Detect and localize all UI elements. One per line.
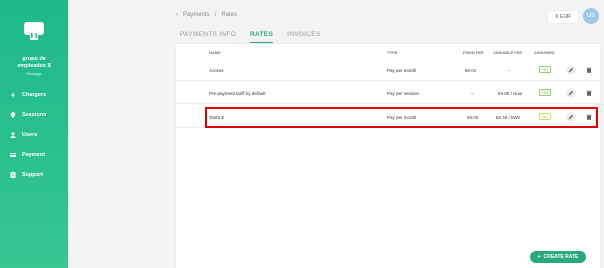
table-row[interactable]: Pre-payment tariff by default Pay per se… bbox=[176, 84, 600, 104]
breadcrumb-back-icon[interactable]: ‹ bbox=[176, 12, 178, 18]
org-name-line2: empleados $ bbox=[17, 63, 51, 69]
user-icon bbox=[10, 132, 16, 138]
sidebar-item-users[interactable]: Users bbox=[10, 130, 37, 140]
create-rate-label: CREATE RATE bbox=[543, 254, 579, 260]
assigned-badge: YES bbox=[539, 89, 551, 96]
sidebar-item-label: Support bbox=[22, 172, 44, 178]
highlight-box bbox=[205, 107, 598, 128]
column-header-type: TYPE bbox=[387, 50, 398, 55]
document-icon bbox=[10, 172, 16, 178]
pencil-icon bbox=[568, 67, 574, 73]
sidebar-item-label: Chargers bbox=[22, 92, 47, 98]
breadcrumb: ‹ Payments / Rates bbox=[176, 12, 237, 18]
org-name: grupo de empleados $ bbox=[0, 56, 68, 70]
delete-button[interactable] bbox=[584, 65, 594, 75]
tab-bar: PAYMENTS INFO RATES INVOICES bbox=[180, 31, 321, 43]
column-header-assigned: ASSIGNED bbox=[534, 50, 555, 55]
rate-fixed-fee: €0.01 bbox=[465, 68, 477, 73]
column-header-name: NAME bbox=[209, 50, 221, 55]
edit-button[interactable] bbox=[566, 65, 576, 75]
delete-button[interactable] bbox=[584, 88, 594, 98]
location-pin-icon bbox=[10, 112, 16, 118]
column-header-fixed-fee: FIXED FEE bbox=[463, 50, 484, 55]
tab-payments-info[interactable]: PAYMENTS INFO bbox=[180, 31, 236, 43]
currency-symbol: € bbox=[555, 14, 559, 20]
sidebar-item-sessions[interactable]: Sessions bbox=[10, 110, 46, 120]
tab-rates[interactable]: RATES bbox=[250, 31, 274, 43]
avatar[interactable]: US bbox=[583, 8, 599, 24]
rates-card: NAME TYPE FIXED FEE VARIABLE FEE ASSIGNE… bbox=[176, 44, 600, 268]
org-name-line1: grupo de bbox=[22, 56, 46, 62]
logo-icon bbox=[24, 22, 44, 40]
org-subtitle: Ohmyge bbox=[26, 71, 42, 76]
rate-name: Access bbox=[209, 68, 224, 73]
assigned-badge: YES bbox=[539, 66, 551, 73]
sidebar: grupo de empleados $ Ohmyge Chargers Ses… bbox=[0, 0, 68, 268]
sidebar-item-label: Users bbox=[22, 132, 38, 138]
rate-type: Pay per month bbox=[387, 68, 417, 73]
edit-button[interactable] bbox=[566, 88, 576, 98]
breadcrumb-current: Rates bbox=[221, 12, 238, 18]
breadcrumb-separator: / bbox=[214, 12, 217, 18]
sidebar-item-label: Sessions bbox=[22, 112, 47, 118]
breadcrumb-parent[interactable]: Payments bbox=[183, 12, 210, 18]
rate-fixed-fee: – bbox=[471, 91, 474, 96]
card-icon bbox=[10, 153, 16, 157]
rate-name: Pre-payment tariff by default bbox=[209, 91, 266, 96]
currency-selector[interactable]: € EUR bbox=[548, 11, 578, 23]
rate-variable-fee: – bbox=[508, 68, 511, 73]
rate-type: Pay per session bbox=[387, 91, 420, 96]
sidebar-item-support[interactable]: Support bbox=[10, 170, 43, 180]
plus-icon: + bbox=[537, 254, 541, 260]
trash-icon bbox=[586, 90, 592, 96]
create-rate-button[interactable]: + CREATE RATE bbox=[530, 251, 586, 263]
currency-code: EUR bbox=[560, 14, 571, 20]
trash-icon bbox=[586, 67, 592, 73]
table-header: NAME TYPE FIXED FEE VARIABLE FEE ASSIGNE… bbox=[176, 50, 600, 58]
sidebar-item-chargers[interactable]: Chargers bbox=[10, 90, 46, 100]
sidebar-item-label: Payment bbox=[22, 152, 45, 158]
rate-variable-fee: €4.00 / Hour bbox=[498, 91, 523, 96]
pencil-icon bbox=[568, 90, 574, 96]
lightning-icon bbox=[11, 92, 15, 98]
table-row[interactable]: Access Pay per month €0.01 – YES bbox=[176, 61, 600, 81]
sidebar-item-payment[interactable]: Payment bbox=[10, 150, 45, 160]
column-header-variable-fee: VARIABLE FEE bbox=[493, 50, 523, 55]
tab-invoices[interactable]: INVOICES bbox=[287, 31, 320, 43]
